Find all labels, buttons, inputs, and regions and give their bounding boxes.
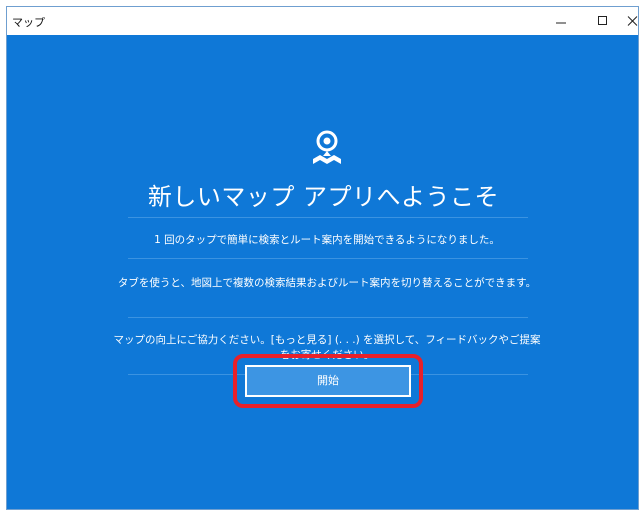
maximize-icon [598, 16, 607, 25]
minimize-icon [556, 22, 566, 24]
info-message-1: 1 回のタップで簡単に検索とルート案内を開始できるようになりました。 [154, 234, 500, 246]
close-button[interactable] [611, 7, 639, 35]
highlight-frame: 開始 [233, 354, 423, 408]
divider [128, 317, 528, 318]
window-title: マップ [12, 16, 45, 29]
start-button[interactable]: 開始 [245, 365, 411, 397]
maps-pin-icon [313, 130, 341, 164]
divider [128, 217, 528, 218]
title-bar: マップ [7, 7, 638, 35]
maps-window: マップ 新しいマップ アプリへようこそ 1 回のタップで簡単に検索とルート案内を… [6, 6, 639, 510]
welcome-heading: 新しいマップ アプリへようこそ [147, 183, 500, 211]
divider [128, 258, 528, 259]
close-icon [627, 16, 638, 26]
info-message-2: タブを使うと、地図上で複数の検索結果およびルート案内を切り替えることができます。 [117, 277, 537, 289]
minimize-button[interactable] [539, 7, 585, 35]
welcome-panel: 新しいマップ アプリへようこそ 1 回のタップで簡単に検索とルート案内を開始でき… [7, 35, 638, 511]
